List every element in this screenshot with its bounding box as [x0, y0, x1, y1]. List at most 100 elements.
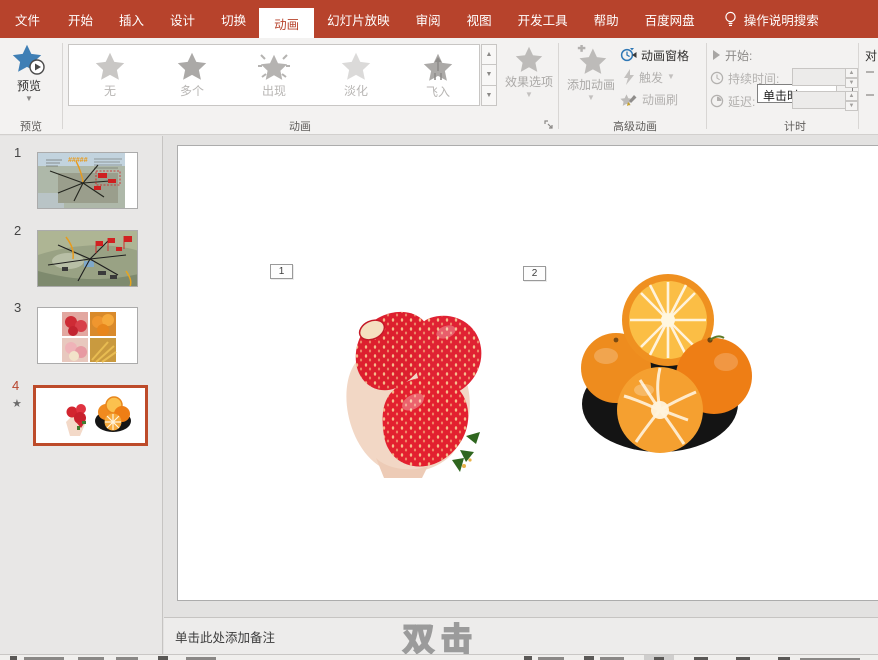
trigger-label: 触发: [639, 69, 663, 86]
animation-painter-button[interactable]: 动画刷: [620, 89, 678, 109]
preview-button[interactable]: 预览 ▼: [12, 44, 46, 102]
tab-home[interactable]: 开始: [55, 0, 106, 38]
animation-badge[interactable]: 1: [270, 264, 293, 279]
notes-pane[interactable]: 单击此处添加备注: [164, 618, 878, 655]
slide-number: 3: [14, 300, 21, 315]
group-divider: [858, 43, 859, 129]
tab-insert[interactable]: 插入: [106, 0, 157, 38]
slide-thumbnail[interactable]: [37, 307, 138, 364]
gallery-item-none[interactable]: 无: [69, 45, 151, 105]
animation-pane-button[interactable]: 动画窗格: [620, 45, 689, 65]
gallery-scroll-down[interactable]: ▼: [481, 65, 497, 85]
duration-spinner[interactable]: ▲▼: [845, 68, 858, 86]
star-appear-icon: [257, 52, 291, 80]
tab-help[interactable]: 帮助: [581, 0, 632, 38]
gallery-item-flyin[interactable]: 飞入: [397, 45, 479, 105]
star-fade-icon: [341, 52, 371, 80]
duration-row: 持续时间:: [710, 68, 779, 88]
chevron-down-icon: ▼: [667, 74, 675, 80]
gallery-item-fade[interactable]: 淡化: [315, 45, 397, 105]
star-play-icon: [12, 44, 46, 76]
star-none-icon: [95, 52, 125, 80]
animation-badge[interactable]: 2: [523, 266, 546, 281]
tab-view[interactable]: 视图: [454, 0, 505, 38]
lightning-icon: [623, 69, 635, 85]
slide-number: 1: [14, 145, 21, 160]
star-flyin-icon: [423, 51, 453, 81]
animation-gallery: 无 多个 出现 淡化: [68, 44, 480, 106]
slide4-preview: [36, 388, 145, 443]
clipped-icon: [866, 94, 874, 96]
oranges-image[interactable]: [580, 262, 754, 465]
tab-baidu-netdisk[interactable]: 百度网盘: [632, 0, 708, 38]
trigger-button[interactable]: 触发 ▼: [623, 67, 675, 87]
oranges-on-plate-picture: [580, 262, 754, 460]
delay-spinner[interactable]: ▲▼: [845, 91, 858, 109]
group-divider: [706, 43, 707, 129]
slide-thumbnail-panel: 1 ##### 2: [0, 136, 163, 654]
slide-thumbnail[interactable]: #####: [37, 152, 138, 209]
svg-text:#####: #####: [68, 157, 88, 164]
chevron-down-icon: ▼: [525, 92, 533, 98]
strawberries-in-hand-picture: [318, 290, 494, 478]
gallery-scroll-up[interactable]: ▲: [481, 44, 497, 65]
tab-review[interactable]: 审阅: [403, 0, 454, 38]
add-animation-button[interactable]: 添加动画 ▼: [565, 45, 617, 101]
duration-input[interactable]: [792, 68, 846, 86]
powerpoint-window: 文件 开始 插入 设计 切换 动画 幻灯片放映 审阅 视图 开发工具 帮助 百度…: [0, 0, 878, 660]
group-label-timing: 计时: [760, 118, 830, 134]
effect-options-label: 效果选项: [505, 73, 553, 90]
strawberries-image[interactable]: [318, 290, 494, 483]
star-icon: [515, 46, 543, 72]
tab-slideshow[interactable]: 幻灯片放映: [314, 0, 403, 38]
play-icon: [712, 50, 721, 60]
clock-icon: [710, 71, 724, 85]
notes-placeholder[interactable]: 单击此处添加备注: [175, 627, 275, 646]
slide-number: 4: [12, 378, 19, 393]
slide2-preview: [38, 231, 138, 287]
clipped-notes-button[interactable]: [524, 656, 532, 660]
slide-canvas[interactable]: [177, 145, 878, 601]
slide1-preview: #####: [38, 153, 138, 209]
menu-bar: 文件 开始 插入 设计 切换 动画 幻灯片放映 审阅 视图 开发工具 帮助 百度…: [0, 0, 878, 38]
clipped-icon: [866, 71, 874, 73]
slide-thumbnail[interactable]: [37, 230, 138, 287]
lightbulb-icon: [724, 11, 737, 28]
double-click-overlay: 双击: [403, 614, 479, 659]
animation-star-icon: ★: [12, 397, 22, 410]
slide-thumbnail-selected[interactable]: [33, 385, 148, 446]
preview-label: 预览: [17, 77, 41, 94]
clock-pane-icon: [620, 47, 637, 63]
clipped-comments-button[interactable]: [584, 656, 594, 660]
clipped-status-icon: [10, 656, 17, 660]
search-label: 操作说明搜索: [744, 10, 819, 29]
gallery-item-multiple[interactable]: 多个: [151, 45, 233, 105]
dialog-launcher-icon[interactable]: [544, 120, 556, 132]
effect-options-button[interactable]: 效果选项 ▼: [502, 46, 556, 98]
animation-pane-label: 动画窗格: [641, 47, 689, 64]
tab-developer[interactable]: 开发工具: [505, 0, 581, 38]
tell-me-search[interactable]: 操作说明搜索: [714, 0, 829, 38]
tab-transitions[interactable]: 切换: [208, 0, 259, 38]
delay-clock-icon: [710, 94, 724, 108]
group-divider: [62, 43, 63, 129]
clipped-status-icon: [158, 656, 168, 660]
star-multiple-icon: [177, 52, 207, 80]
slide-editing-area: 1 2: [164, 136, 878, 654]
delay-input[interactable]: [792, 91, 846, 109]
gallery-item-appear[interactable]: 出现: [233, 45, 315, 105]
tab-file[interactable]: 文件: [0, 0, 55, 38]
animation-painter-label: 动画刷: [642, 91, 678, 108]
reorder-animation-partial: 对: [865, 45, 877, 65]
start-row: 开始:: [712, 45, 752, 65]
tab-design[interactable]: 设计: [157, 0, 208, 38]
group-label-advanced: 高级动画: [575, 118, 695, 134]
ribbon: 预览 ▼ 预览 无 多个: [0, 38, 878, 135]
group-label-preview: 预览: [6, 118, 56, 134]
group-label-animation: 动画: [230, 118, 370, 134]
tab-animations[interactable]: 动画: [259, 8, 314, 38]
duration-label: 持续时间:: [728, 70, 779, 87]
group-divider: [558, 43, 559, 129]
gallery-expand-button[interactable]: ▼: [481, 86, 497, 106]
chevron-down-icon: ▼: [25, 96, 33, 102]
